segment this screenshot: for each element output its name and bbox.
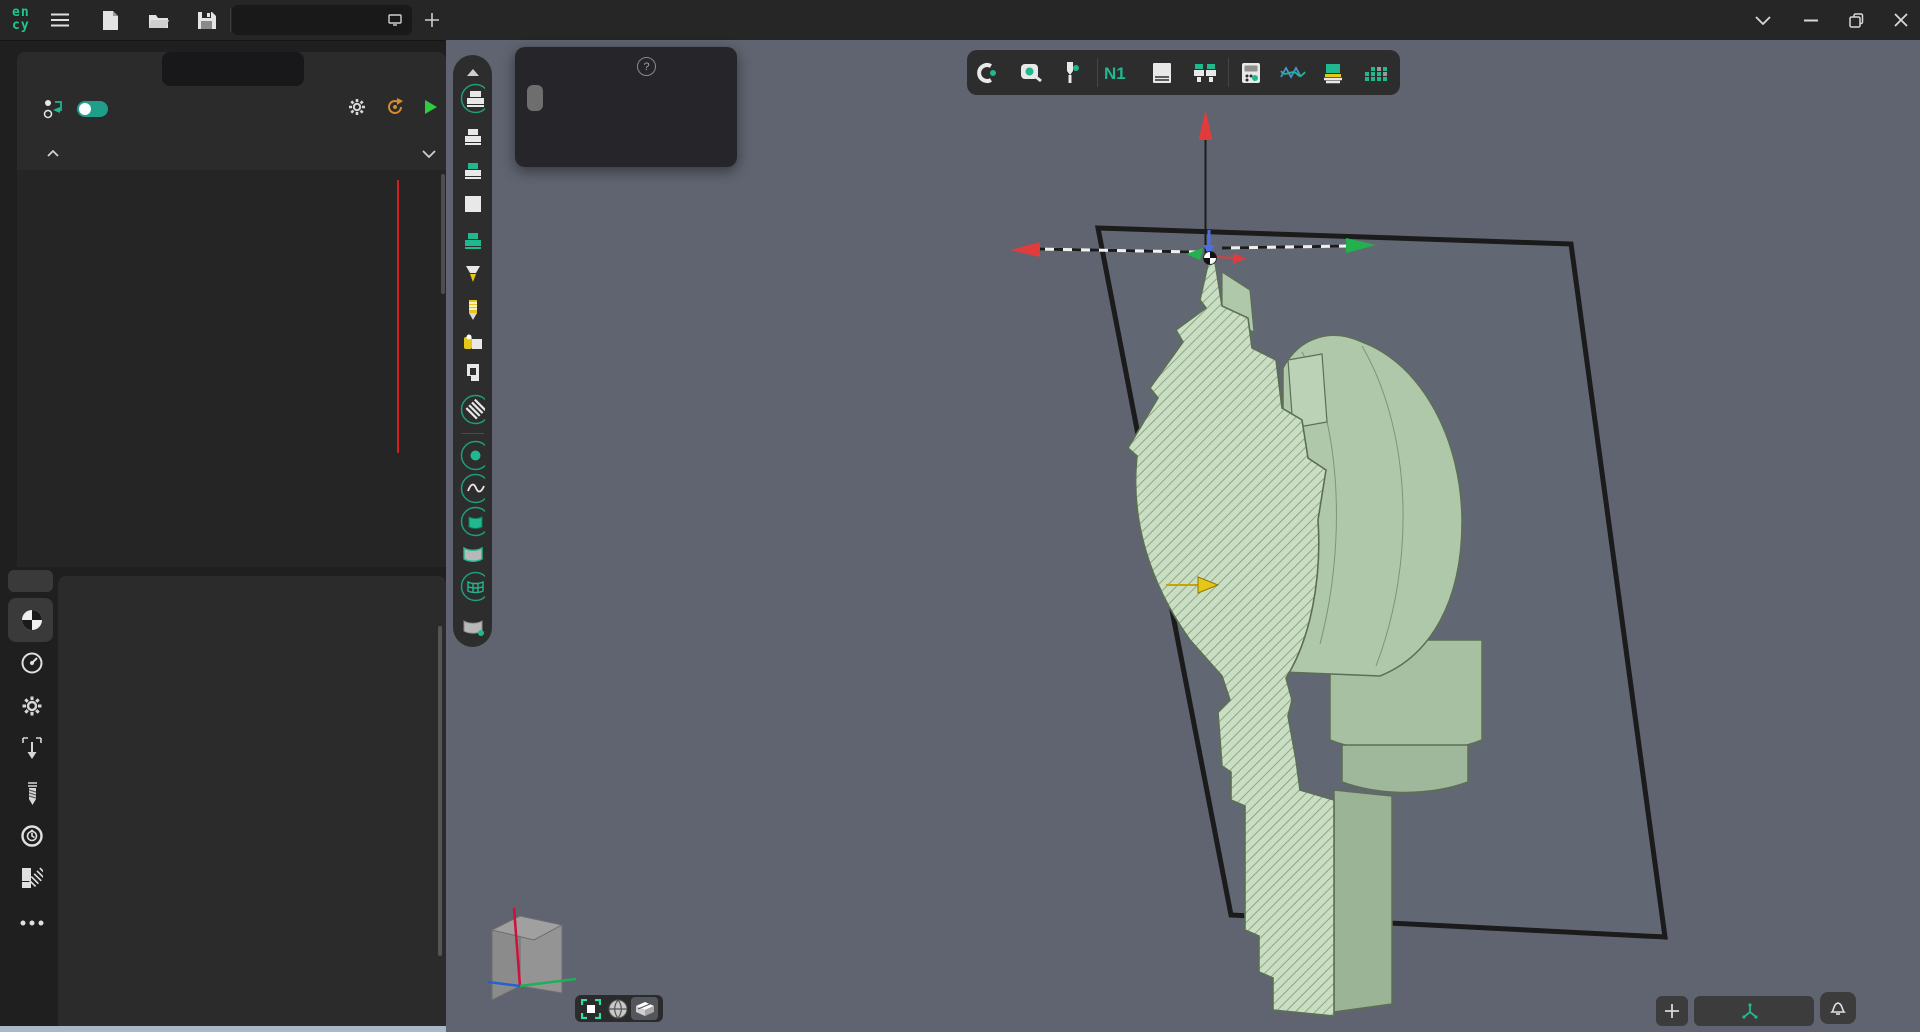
tool-visibility-icon[interactable] [460,261,485,286]
run-simulation-icon[interactable] [423,99,439,115]
new-tab-button[interactable] [420,8,444,32]
titlebar-divider [230,8,231,32]
spindles-icon[interactable] [1192,60,1218,86]
view-vector-button[interactable] [593,85,609,111]
toolbar-separator [1097,58,1098,87]
surface-point-icon[interactable] [460,615,485,640]
operations-list [17,170,446,567]
add-operation-dropdown-icon[interactable] [422,150,436,158]
close-button[interactable] [1888,8,1914,32]
plane-xy-button[interactable] [571,85,587,111]
snap-icon[interactable] [973,60,999,86]
toolbar-divider [461,433,484,434]
scroll-up-icon[interactable] [460,60,485,85]
new-file-icon[interactable] [98,8,122,32]
machining-time-icon[interactable] [10,818,54,854]
open-folder-icon[interactable] [146,8,170,32]
analysis-toolbar: N1 [967,50,1400,95]
plane-yz-button[interactable] [549,85,565,111]
title-bar: ency [0,0,1920,41]
document-tab[interactable] [232,5,412,35]
sequence-line [397,180,399,453]
links-row [17,86,446,134]
setup-panel [58,576,446,1032]
approach-return-icon[interactable] [10,730,54,766]
workpiece-visibility-icon[interactable] [460,159,485,184]
tab-simulation[interactable] [304,52,446,86]
plane-zx-button[interactable] [527,85,543,111]
part-visibility-icon[interactable] [460,125,485,150]
setup-scrollbar[interactable] [438,626,442,956]
app-logo: ency [12,6,44,34]
section-hatch-icon[interactable] [460,397,485,422]
more-options-icon[interactable] [10,905,54,941]
display-modes-toolbar [453,55,492,647]
levels-icon[interactable] [1320,60,1346,86]
view-mode-toolbar [575,995,663,1022]
operations-settings-icon[interactable] [347,97,367,117]
parameters-gear-icon[interactable] [10,688,54,724]
save-icon[interactable] [194,8,218,32]
fixture-visibility-icon[interactable] [460,360,485,385]
calculator-icon[interactable] [1238,60,1264,86]
notifications-button[interactable] [1820,992,1856,1024]
tool-strip-icon[interactable] [10,776,54,812]
caliper-icon[interactable] [1059,60,1085,86]
add-cs-button[interactable] [1656,996,1688,1026]
nc-code-icon[interactable]: N1 [1104,60,1130,86]
measure-tape-icon[interactable] [1018,60,1044,86]
surfaces-display-icon[interactable] [460,509,485,534]
bottom-strip [0,1026,446,1032]
document-view-icon[interactable] [1149,60,1175,86]
feeds-speeds-icon[interactable] [10,645,54,681]
solid-view-icon[interactable] [460,191,485,216]
machining-panel [17,52,446,567]
shaded-view-button[interactable] [604,997,631,1020]
plus-icon [1665,1004,1679,1018]
window-dropdown-icon[interactable] [1750,8,1776,32]
tab-model[interactable] [17,52,162,86]
svg-text:N1: N1 [1104,64,1126,83]
toolbar-separator [1228,58,1229,87]
machine-visibility-icon[interactable] [460,329,485,354]
recalculate-icon[interactable] [385,97,405,117]
bell-icon [1828,998,1848,1018]
coordinate-triad-icon [1742,1003,1758,1019]
fit-view-button[interactable] [577,997,604,1020]
tab-machining[interactable] [162,52,304,86]
graphs-icon[interactable] [1280,60,1306,86]
links-icon [43,98,65,120]
collapse-icon[interactable] [47,150,59,157]
strip-tile-partial[interactable] [8,570,53,592]
stock-result-icon[interactable] [10,860,54,896]
section-view-button[interactable] [631,997,658,1020]
faces-display-icon[interactable] [460,541,485,566]
mesh-display-icon[interactable] [460,574,485,599]
viewport-3d[interactable] [446,40,1920,1032]
statistics-icon[interactable] [1364,60,1390,86]
cs-globale-button[interactable] [1694,996,1814,1026]
help-icon[interactable]: ? [637,57,656,76]
section-plane-panel: ? [515,47,737,167]
drill-visibility-icon[interactable] [460,297,485,322]
main-menu-icon[interactable] [48,8,72,32]
display-icon [388,14,402,26]
result-stock-icon[interactable] [460,229,485,254]
operations-scrollbar[interactable] [441,174,445,294]
restore-button[interactable] [1843,8,1869,32]
operations-header [17,138,446,170]
curves-display-icon[interactable] [460,476,485,501]
points-display-icon[interactable] [460,443,485,468]
minimize-button[interactable] [1798,8,1824,32]
setup-wcs-icon[interactable] [10,602,54,638]
links-toggle[interactable] [77,101,108,117]
stock-visibility-icon[interactable] [460,86,485,111]
